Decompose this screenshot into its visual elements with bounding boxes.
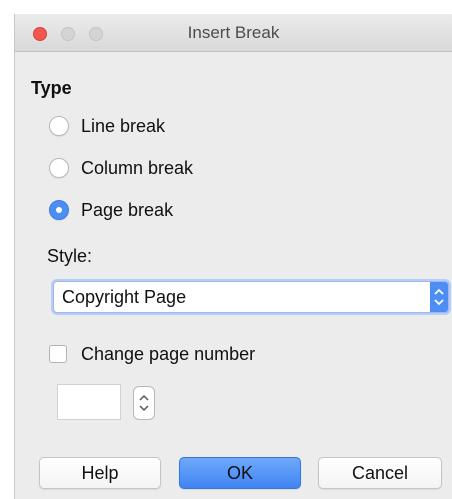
change-page-number-label: Change page number [81, 343, 256, 364]
style-select-value: Copyright Page [62, 287, 187, 307]
radio-button-selected[interactable] [49, 200, 69, 220]
select-arrows-icon[interactable] [430, 282, 448, 312]
radio-label: Page break [81, 199, 174, 220]
window-title: Insert Break [187, 23, 280, 42]
style-label: Style: [47, 246, 93, 266]
type-heading: Type [31, 78, 72, 98]
radio-line-break[interactable]: Line break [49, 114, 165, 138]
cancel-button[interactable]: Cancel [318, 457, 442, 489]
radio-page-break[interactable]: Page break [49, 198, 173, 222]
updown-chevron-icon [434, 288, 444, 306]
radio-label: Column break [81, 157, 194, 178]
page-number-stepper[interactable] [133, 386, 155, 420]
page-number-field[interactable] [57, 384, 121, 420]
radio-button[interactable] [49, 116, 69, 136]
stepper-arrows-icon [139, 394, 149, 412]
ok-button[interactable]: OK [179, 457, 301, 489]
radio-label: Line break [81, 115, 166, 136]
style-select[interactable]: Copyright Page [53, 281, 449, 313]
change-page-number-checkbox[interactable] [49, 345, 67, 363]
radio-column-break[interactable]: Column break [49, 156, 193, 180]
insert-break-dialog: Insert Break Type Line break Column brea… [14, 14, 452, 499]
change-page-number-option[interactable]: Change page number [49, 342, 255, 366]
radio-button[interactable] [49, 158, 69, 178]
help-button[interactable]: Help [39, 457, 161, 489]
title-bar: Insert Break [15, 14, 452, 52]
